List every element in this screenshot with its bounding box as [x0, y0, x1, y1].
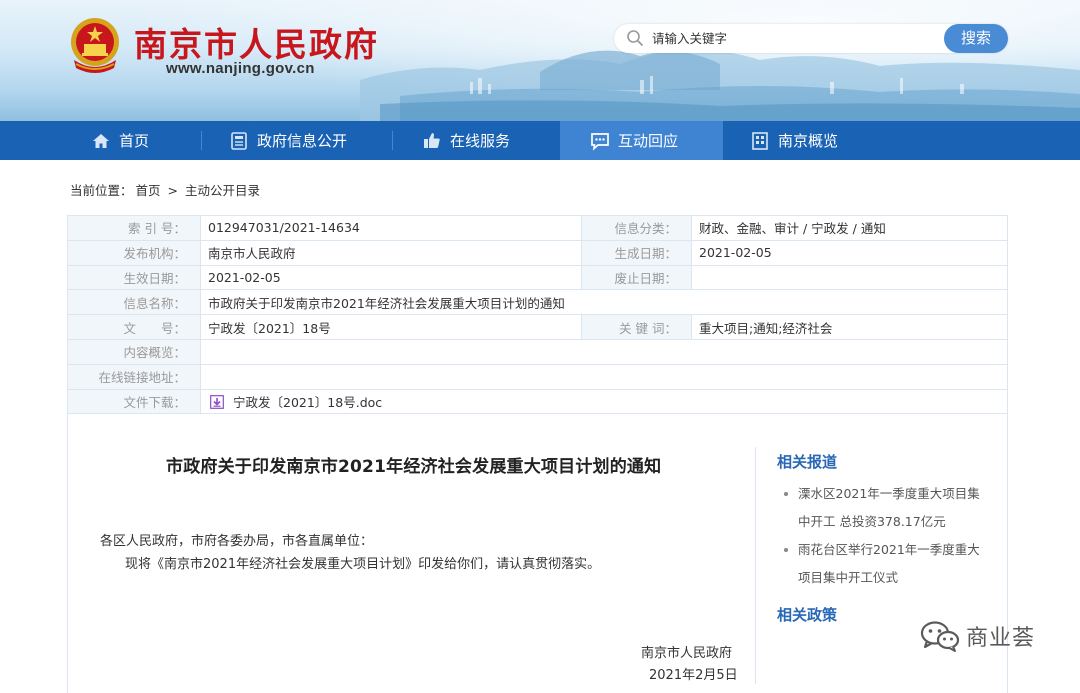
nav-divider: [201, 131, 202, 150]
site-title[interactable]: 南京市人民政府: [134, 18, 379, 66]
repealed-date-label: 废止日期：: [581, 264, 692, 291]
related-report-line: 中开工 总投资378.17亿元: [798, 514, 946, 529]
online-link-value: [200, 363, 1008, 390]
publisher-value: 南京市人民政府: [200, 239, 582, 266]
related-report-item[interactable]: 雨花台区举行2021年一季度重大 项目集中开工仪式: [784, 536, 994, 592]
summary-label: 内容概览：: [67, 338, 201, 365]
document-title: 市政府关于印发南京市2021年经济社会发展重大项目计划的通知: [166, 457, 662, 477]
nav-item-home[interactable]: 首页: [91, 121, 149, 160]
search-icon: [627, 30, 643, 46]
nav-divider: [392, 131, 393, 150]
effective-date-value: 2021-02-05: [200, 264, 582, 291]
created-date-label: 生成日期：: [581, 239, 692, 266]
table-row: 文件下载： 宁政发〔2021〕18号.doc: [67, 388, 1008, 415]
thumbs-up-icon: [424, 132, 440, 148]
nav-label: 南京概览: [778, 132, 839, 150]
nav-item-nanjing-overview[interactable]: 南京概览: [750, 121, 838, 160]
site-url[interactable]: www.nanjing.gov.cn: [166, 60, 315, 77]
download-cell: 宁政发〔2021〕18号.doc: [200, 388, 1008, 415]
document-icon: [231, 131, 247, 150]
doc-no-label: 文 号：: [67, 314, 201, 340]
nav-label: 互动回应: [618, 132, 679, 150]
summary-value: [200, 338, 1008, 365]
nav-item-online-service[interactable]: 在线服务: [422, 121, 510, 160]
info-name-value: 市政府关于印发南京市2021年经济社会发展重大项目计划的通知: [200, 289, 1008, 316]
search-input[interactable]: [652, 28, 932, 49]
wechat-icon: [920, 621, 960, 652]
category-value: 财政、金融、审计 / 宁政发 / 通知: [691, 215, 1008, 241]
download-label: 文件下载：: [67, 388, 201, 415]
sidebar-divider: [755, 447, 756, 684]
index-no-label: 索 引 号：: [67, 215, 201, 241]
breadcrumb-prefix: 当前位置：: [70, 183, 133, 198]
table-row: 生效日期： 2021-02-05 废止日期：: [67, 264, 1008, 291]
main-nav: 首页 政府信息公开 在线服务 互动回应 南京概览: [0, 121, 1080, 160]
breadcrumb-separator: >: [167, 183, 178, 198]
nav-item-interaction[interactable]: 互动回应: [560, 121, 723, 160]
document-signer: 南京市人民政府: [641, 646, 733, 661]
chat-icon: [591, 132, 609, 151]
search-box: 搜索: [614, 24, 1008, 53]
search-button[interactable]: 搜索: [944, 24, 1008, 53]
related-report-line: 溧水区2021年一季度重大项目集: [798, 486, 980, 501]
building-icon: [752, 131, 768, 150]
table-row: 文 号： 宁政发〔2021〕18号 关 键 词： 重大项目;通知;经济社会: [67, 314, 1008, 340]
related-report-line: 项目集中开工仪式: [798, 570, 899, 585]
index-no-value: 012947031/2021-14634: [200, 215, 582, 241]
publisher-label: 发布机构：: [67, 239, 201, 266]
keywords-value: 重大项目;通知;经济社会: [691, 314, 1008, 340]
bullet-icon: [784, 492, 788, 496]
keywords-label: 关 键 词：: [581, 314, 692, 340]
created-date-value: 2021-02-05: [691, 239, 1008, 266]
repealed-date-value: [691, 264, 1008, 291]
download-file-link[interactable]: 宁政发〔2021〕18号.doc: [233, 395, 382, 410]
document-salutation: 各区人民政府，市府各委办局，市各直属单位：: [100, 534, 374, 549]
watermark: 商业荟: [920, 619, 1035, 653]
header-banner: 南京市人民政府 www.nanjing.gov.cn 搜索: [0, 0, 1080, 121]
breadcrumb-catalog[interactable]: 主动公开目录: [185, 183, 260, 198]
document-date: 2021年2月5日: [649, 668, 738, 683]
effective-date-label: 生效日期：: [67, 264, 201, 291]
table-row: 在线链接地址：: [67, 363, 1008, 390]
online-link-label: 在线链接地址：: [67, 363, 201, 390]
bullet-icon: [784, 548, 788, 552]
related-report-line: 雨花台区举行2021年一季度重大: [798, 542, 980, 557]
related-reports-heading: 相关报道: [777, 453, 838, 471]
table-row: 内容概览：: [67, 338, 1008, 365]
related-report-item[interactable]: 溧水区2021年一季度重大项目集 中开工 总投资378.17亿元: [784, 480, 994, 536]
nav-label: 在线服务: [450, 132, 511, 150]
document-body: 现将《南京市2021年经济社会发展重大项目计划》印发给你们，请认真贯彻落实。: [125, 557, 601, 572]
table-row: 信息名称： 市政府关于印发南京市2021年经济社会发展重大项目计划的通知: [67, 289, 1008, 316]
nav-label: 政府信息公开: [257, 132, 348, 150]
breadcrumb-home[interactable]: 首页: [136, 183, 161, 198]
table-row: 发布机构： 南京市人民政府 生成日期： 2021-02-05: [67, 239, 1008, 266]
breadcrumb: 当前位置： 首页 > 主动公开目录: [70, 180, 263, 199]
category-label: 信息分类：: [581, 215, 692, 241]
doc-no-value: 宁政发〔2021〕18号: [200, 314, 582, 340]
nav-label: 首页: [119, 132, 150, 150]
document-info-table: 索 引 号： 012947031/2021-14634 信息分类： 财政、金融、…: [67, 215, 1008, 415]
table-row: 索 引 号： 012947031/2021-14634 信息分类： 财政、金融、…: [67, 215, 1008, 241]
home-icon: [93, 133, 109, 148]
download-icon[interactable]: [210, 395, 224, 409]
related-policies-heading: 相关政策: [777, 606, 838, 624]
national-emblem-icon: [71, 18, 119, 73]
nav-item-gov-info[interactable]: 政府信息公开: [229, 121, 347, 160]
watermark-text: 商业荟: [966, 626, 1036, 651]
info-name-label: 信息名称：: [67, 289, 201, 316]
